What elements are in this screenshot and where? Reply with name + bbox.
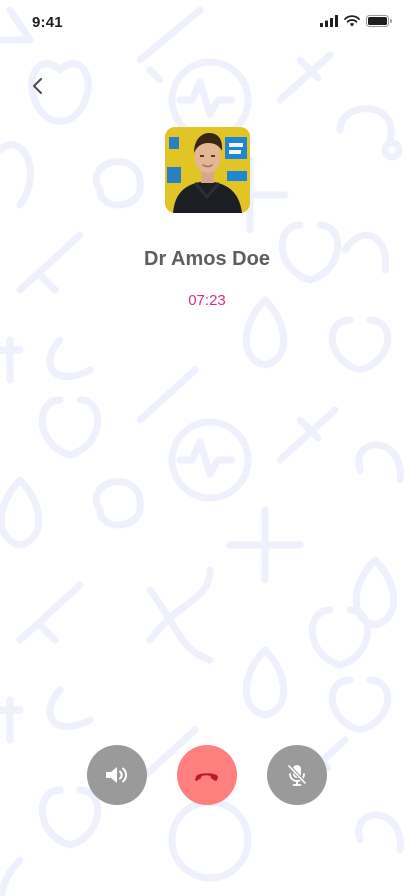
status-icons bbox=[320, 15, 392, 27]
status-bar: 9:41 bbox=[0, 0, 414, 44]
caller-photo bbox=[165, 127, 250, 213]
back-button[interactable] bbox=[26, 74, 50, 98]
speaker-icon bbox=[106, 767, 127, 783]
speaker-button[interactable] bbox=[87, 745, 147, 805]
end-call-button[interactable] bbox=[177, 745, 237, 805]
call-duration: 07:23 bbox=[188, 292, 226, 309]
call-screen: 9:41 Dr Amos Doe 07:23 bbox=[0, 0, 414, 896]
microphone-off-icon bbox=[287, 764, 307, 786]
phone-hangup-icon bbox=[195, 773, 218, 781]
battery-icon bbox=[366, 15, 392, 27]
mute-button[interactable] bbox=[267, 745, 327, 805]
wifi-icon bbox=[344, 15, 360, 27]
caller-name: Dr Amos Doe bbox=[144, 248, 270, 270]
status-time: 9:41 bbox=[32, 14, 63, 31]
caller-avatar bbox=[165, 127, 250, 213]
call-controls bbox=[0, 745, 414, 805]
cellular-signal-icon bbox=[320, 15, 338, 27]
chevron-left-icon bbox=[33, 78, 42, 94]
